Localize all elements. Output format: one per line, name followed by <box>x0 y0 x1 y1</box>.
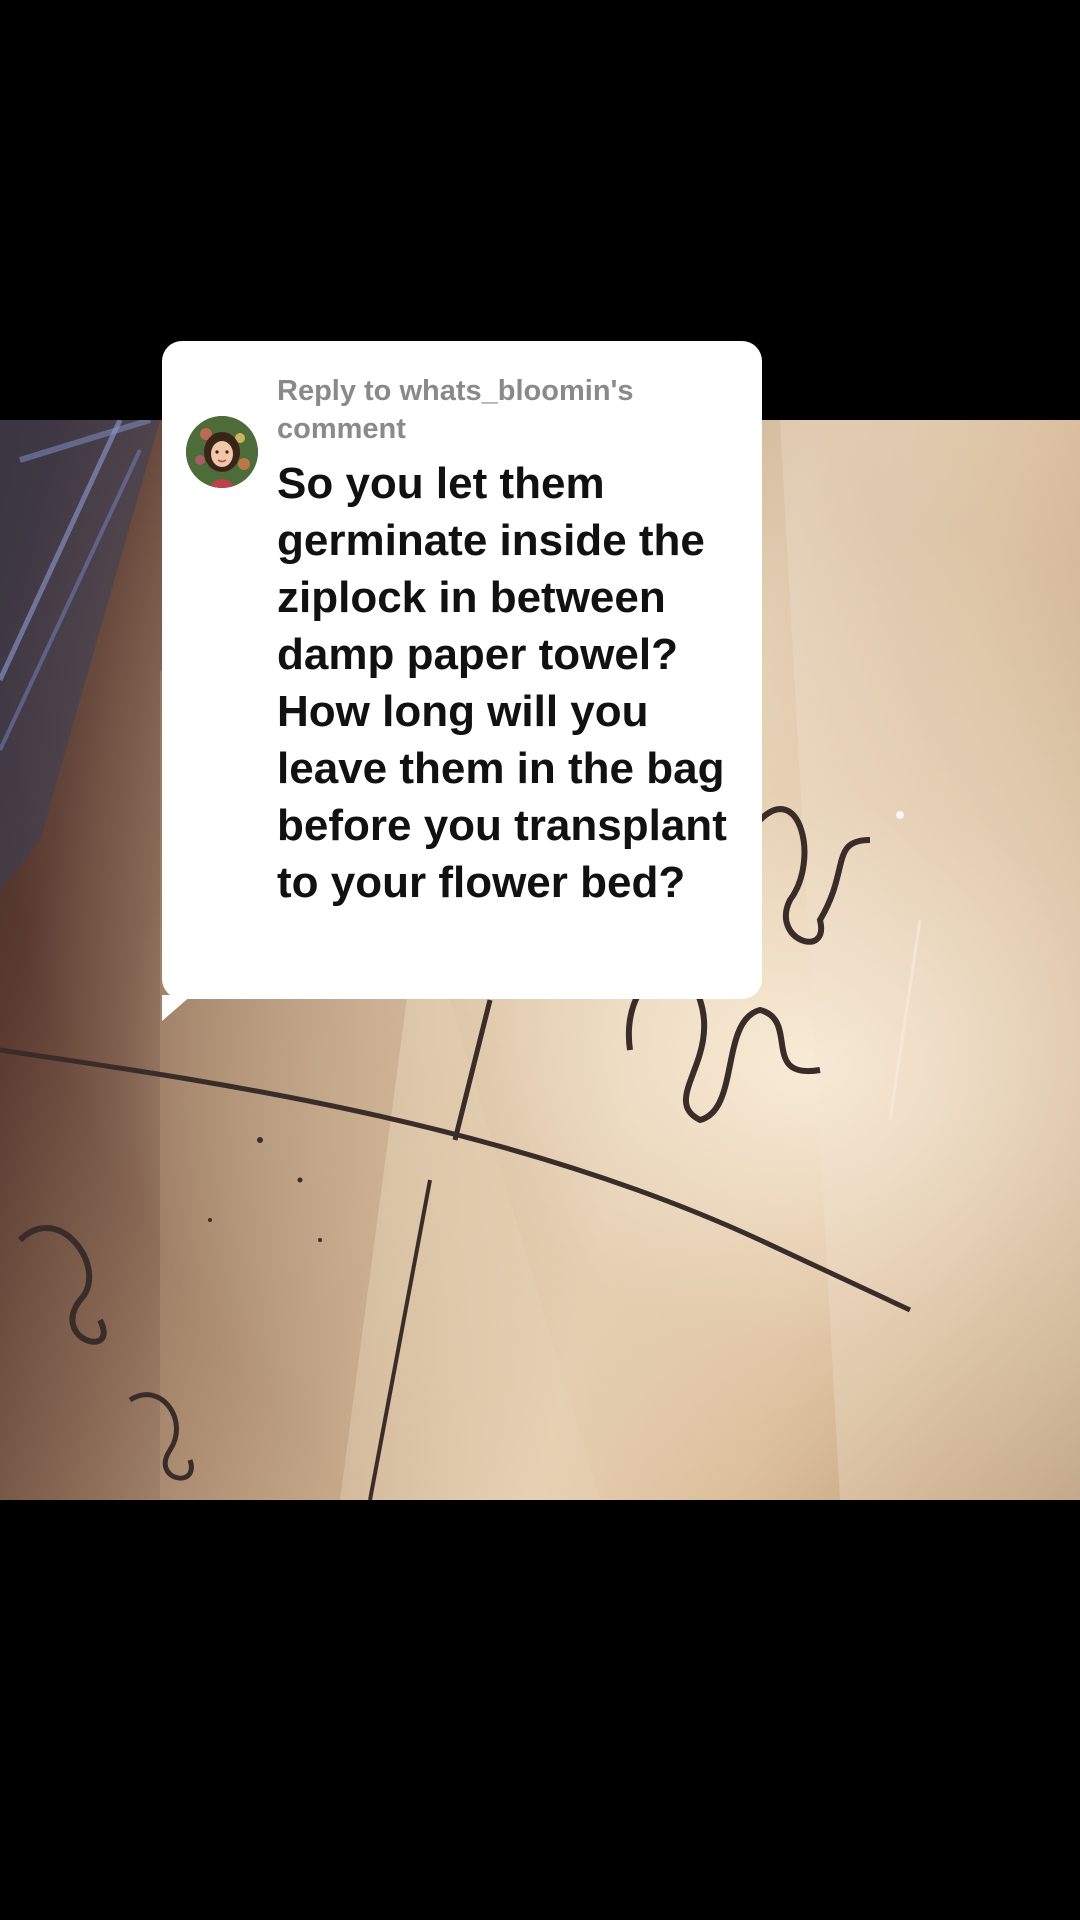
reply-header-label[interactable]: Reply to whats_bloomin's comment <box>277 372 737 448</box>
reply-comment-text: So you let them germinate inside the zip… <box>277 459 727 907</box>
video-screen[interactable]: Reply to whats_bloomin's comment So you … <box>0 0 1080 1920</box>
avatar-illustration <box>186 416 258 488</box>
user-avatar-icon[interactable] <box>186 416 258 488</box>
